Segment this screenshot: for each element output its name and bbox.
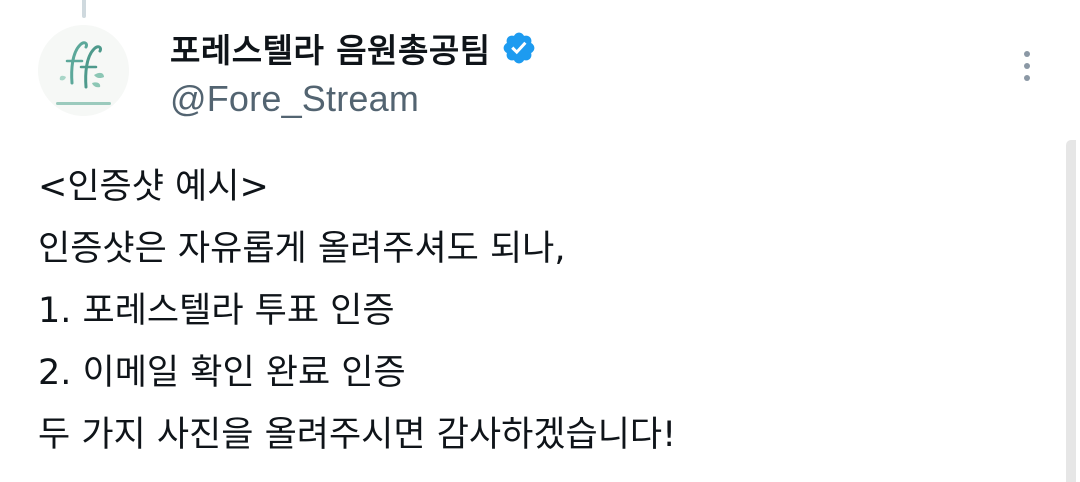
author-display-name[interactable]: 포레스텔라 음원총공팀 bbox=[170, 24, 491, 72]
tweet-line: 두 가지 사진을 올려주시면 감사하겠습니다! bbox=[38, 415, 677, 455]
tweet-line: 2. 이메일 확인 완료 인증 bbox=[38, 353, 406, 393]
more-options-dot bbox=[1024, 75, 1030, 81]
tweet-line: <인증샷 예시> bbox=[38, 167, 269, 207]
fore-stream-logo-icon bbox=[38, 25, 129, 116]
tweet-header: 포레스텔라 음원총공팀 @Fore_Stream bbox=[170, 22, 970, 120]
avatar[interactable] bbox=[38, 25, 129, 116]
verified-badge-icon bbox=[501, 30, 537, 66]
author-handle[interactable]: @Fore_Stream bbox=[170, 78, 970, 120]
more-options-dot bbox=[1024, 63, 1030, 69]
name-row: 포레스텔라 음원총공팀 bbox=[170, 22, 970, 74]
tweet-line: 1. 포레스텔라 투표 인증 bbox=[38, 291, 395, 331]
thread-connector-line bbox=[82, 0, 86, 18]
more-options-icon bbox=[1024, 51, 1030, 57]
tweet-text: <인증샷 예시> 인증샷은 자유롭게 올려주셔도 되나, 1. 포레스텔라 투표… bbox=[38, 156, 1038, 466]
more-options-button[interactable] bbox=[1010, 44, 1044, 88]
scrollbar[interactable] bbox=[1066, 140, 1076, 482]
tweet-line: 인증샷은 자유롭게 올려주셔도 되나, bbox=[38, 229, 566, 269]
